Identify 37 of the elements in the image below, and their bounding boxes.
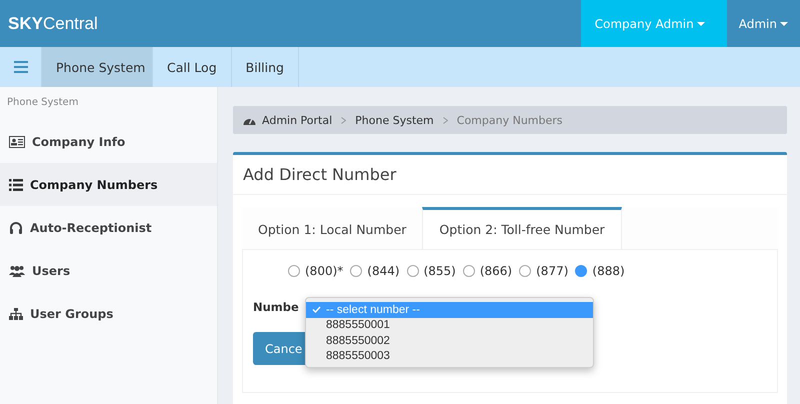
field-label: Numbe [253, 300, 299, 314]
checkmark-icon [312, 306, 320, 314]
list-icon [9, 178, 23, 190]
sidebar-heading: Phone System [6, 96, 80, 110]
radio-button[interactable] [575, 265, 588, 277]
sidebar-item[interactable]: User Groups [0, 292, 217, 335]
chevron-right-icon [442, 116, 448, 124]
radio-label: (800)* [305, 264, 344, 278]
sidebar-item[interactable]: Auto-Receptionist [0, 206, 217, 249]
radio-button[interactable] [519, 265, 532, 277]
breadcrumb-link[interactable]: Phone System [355, 114, 434, 126]
chevron-right-icon [341, 116, 346, 124]
sidebar-item[interactable]: Company Info [0, 120, 217, 163]
radio-button[interactable] [462, 265, 475, 277]
logo: SKYCentral [7, 14, 98, 34]
radio-button[interactable] [288, 265, 300, 277]
sidebar-item[interactable]: Users [0, 249, 217, 292]
radio-button[interactable] [406, 265, 419, 277]
caret-icon [780, 22, 788, 26]
option-tab[interactable]: Option 1: Local Number [242, 207, 422, 249]
radio-label: (866) [480, 264, 512, 278]
nav-tab[interactable]: Phone System [42, 47, 153, 87]
id-card-icon [9, 136, 25, 148]
option-tab[interactable]: Option 2: Toll-free Number [422, 207, 622, 249]
radio-button[interactable] [350, 265, 362, 277]
sitemap-icon [9, 308, 23, 320]
headphones-icon [9, 222, 23, 234]
radio-label: (855) [424, 264, 456, 278]
radio-label: (888) [592, 264, 625, 278]
sidebar-item[interactable]: Company Numbers [0, 163, 217, 206]
radio-label: (877) [536, 264, 568, 278]
caret-icon [696, 22, 705, 26]
users-icon [9, 264, 25, 276]
panel-title: Add Direct Number [233, 155, 787, 195]
radio-label: (844) [367, 264, 400, 278]
breadcrumb-link[interactable]: Admin Portal [262, 114, 332, 126]
dropdown-option[interactable]: 8885550001 [306, 318, 593, 333]
